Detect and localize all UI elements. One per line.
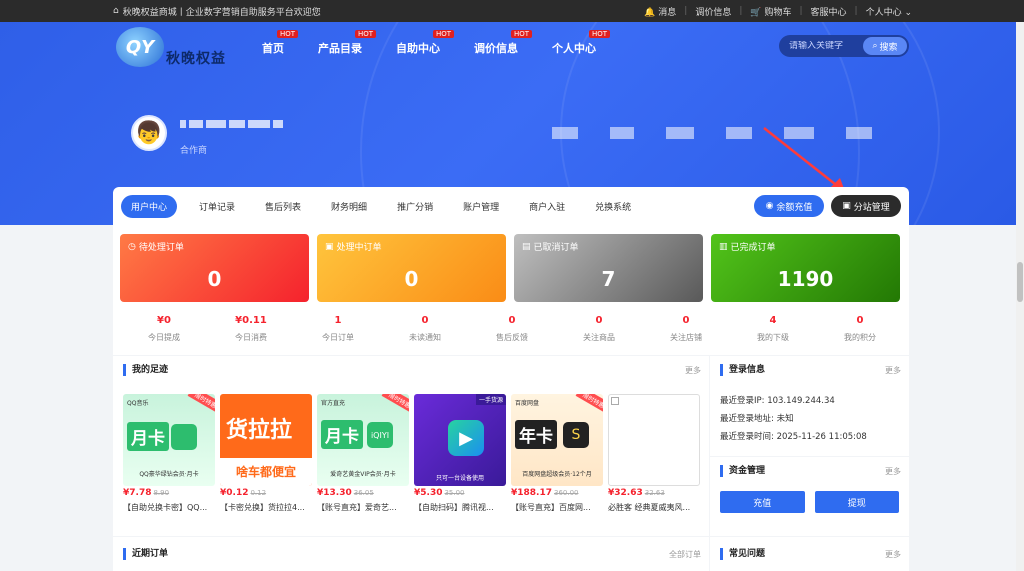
logo-text: 秋晚权益 [166,51,226,67]
clock-icon: ◷ [128,241,136,252]
product-card[interactable]: ¥32.63 32.63 必胜客 经典夏威夷风... [608,394,700,513]
hot-badge: HOT [510,30,532,38]
nav-user-center[interactable]: 个人中心 HOT [552,30,610,56]
stat-fav-shops[interactable]: 0 关注店铺 [642,315,730,343]
product-image: 官方直充 限时特惠 月卡 iQIYI 爱奇艺黄金VIP会员·月卡 [317,394,409,486]
logo-mark: QY [116,27,164,67]
page-scrollbar[interactable] [1016,22,1024,571]
message-link[interactable]: 🔔 消息 [644,5,676,18]
box-icon: ▣ [325,241,334,252]
pending-orders-card[interactable]: ◷ 待处理订单 0 [120,234,309,302]
balance-recharge-button[interactable]: ◉ 余额充值 [754,195,824,217]
stat-points[interactable]: 0 我的积分 [816,315,904,343]
footprints-panel: 我的足迹 更多 QQ音乐 限时特惠 月卡 QQ豪华绿钻会员·月卡 ¥7.78 8.… [113,356,709,536]
all-orders-link[interactable]: 全部订单 [669,549,701,560]
processing-orders-card[interactable]: ▣ 处理中订单 0 [317,234,506,302]
product-card[interactable]: 货拉拉 啥车都便宜 ¥0.12 0.12 【卡密兑换】货拉拉4... [220,394,312,513]
product-image: 一手货源 ▶ 只可一台设备使用 [414,394,506,486]
service-link[interactable]: 客服中心 [811,5,847,18]
funds-panel: 资金管理 更多 充值 提现 [710,457,909,536]
hot-badge: HOT [588,30,610,38]
baidu-svip-icon: S [563,422,589,448]
search-input[interactable] [779,41,863,51]
broken-image-icon [608,394,700,486]
stat-notices[interactable]: 0 未读通知 [381,315,469,343]
main-nav: 首页 HOT 产品目录 HOT 自助中心 HOT 调价信息 HOT 个人中心 HOT [262,30,610,56]
stat-fav-goods[interactable]: 0 关注商品 [555,315,643,343]
product-card[interactable]: 一手货源 ▶ 只可一台设备使用 ¥5.30 35.00 【自助扫码】腾讯视... [414,394,506,513]
tab-exchange[interactable]: 兑换系统 [595,200,631,213]
iqiyi-icon: iQIYI [367,422,393,448]
tab-user-center[interactable]: 用户中心 [121,194,178,218]
funds-title: 资金管理 [720,465,765,477]
withdraw-button[interactable]: 提现 [814,491,899,513]
tab-orders[interactable]: 订单记录 [199,200,235,213]
monitor-icon: ▣ [842,201,851,211]
login-info-more-link[interactable]: 更多 [885,365,901,376]
product-card[interactable]: 官方直充 限时特惠 月卡 iQIYI 爱奇艺黄金VIP会员·月卡 ¥13.30 3… [317,394,409,513]
cart-link[interactable]: 🛒 购物车 [750,5,791,18]
annotation-arrow [763,127,846,194]
product-image: QQ音乐 限时特惠 月卡 QQ豪华绿钻会员·月卡 [123,394,215,486]
cancelled-orders-card[interactable]: ▤ 已取消订单 7 [514,234,703,302]
substation-manage-button[interactable]: ▣ 分站管理 [831,195,901,217]
recent-orders-title: 近期订单 [123,548,168,560]
faq-more-link[interactable]: 更多 [885,549,901,560]
price-info-link[interactable]: 调价信息 [695,5,731,18]
site-logo[interactable]: QY 秋晚权益 [116,26,226,68]
avatar[interactable]: 👦 [131,115,167,151]
search-button[interactable]: ⌕ 搜索 [863,37,907,55]
stat-consumption[interactable]: ¥0.11 今日消费 [207,315,295,343]
search-icon: ⌕ [872,41,878,51]
recent-orders-panel: 近期订单 全部订单 [113,537,709,571]
product-image: 货拉拉 啥车都便宜 [220,394,312,486]
stat-subordinates[interactable]: 4 我的下级 [729,315,817,343]
stat-feedback[interactable]: 0 售后反馈 [468,315,556,343]
faq-title: 常见问题 [720,548,765,560]
tab-after-sales[interactable]: 售后列表 [265,200,301,213]
hot-badge: HOT [354,30,376,38]
top-bar: ⌂ 秋晚权益商城丨企业数字营销自助服务平台欢迎您 🔔 消息 | 调价信息 | 🛒… [0,0,1024,22]
completed-orders-card[interactable]: ▥ 已完成订单 1190 [711,234,900,302]
doc-icon: ▤ [522,241,531,252]
product-card[interactable]: QQ音乐 限时特惠 月卡 QQ豪华绿钻会员·月卡 ¥7.78 8.90 【自助兑换… [123,394,215,513]
product-card[interactable]: 百度网盘 限时特惠 年卡 S 百度网盘超级会员·12个月 ¥188.17 360.… [511,394,603,513]
faq-panel: 常见问题 更多 [710,537,909,571]
user-role: 合作商 [180,146,208,156]
last-login-address: 最近登录地址: 未知 [720,414,794,424]
nav-price-info[interactable]: 调价信息 HOT [474,30,532,56]
tab-finance[interactable]: 财务明细 [331,200,367,213]
stat-commission[interactable]: ¥0 今日提成 [120,315,208,343]
hot-badge: HOT [432,30,454,38]
recharge-button[interactable]: 充值 [720,491,805,513]
tab-promotion[interactable]: 推广分销 [397,200,433,213]
nav-self-service[interactable]: 自助中心 HOT [396,30,454,56]
check-doc-icon: ▥ [719,241,728,252]
welcome-text: 秋晚权益商城丨企业数字营销自助服务平台欢迎您 [122,7,321,18]
qq-music-icon [171,424,197,450]
login-info-panel: 登录信息 更多 最近登录IP: 103.149.244.34 最近登录地址: 未… [710,356,909,456]
wallet-icon: ◉ [765,201,774,211]
hot-badge: HOT [276,30,298,38]
footprints-title: 我的足迹 [123,364,168,376]
last-login-time: 最近登录时间: 2025-11-26 11:05:08 [720,432,867,442]
nav-home[interactable]: 首页 HOT [262,30,298,56]
tab-merchant[interactable]: 商户入驻 [529,200,565,213]
search-box: ⌕搜索 [779,35,909,57]
order-overview: ◷ 待处理订单 0 ▣ 处理中订单 0 ▤ 已取消订单 7 ▥ 已完成订单 1190 ¥… [113,225,909,355]
tab-account[interactable]: 账户管理 [463,200,499,213]
product-image: 百度网盘 限时特惠 年卡 S 百度网盘超级会员·12个月 [511,394,603,486]
username-blurred [180,120,283,128]
login-info-title: 登录信息 [720,364,765,376]
user-center-link[interactable]: 个人中心 ⌄ [866,5,912,18]
home-icon[interactable]: ⌂ [113,6,119,16]
funds-more-link[interactable]: 更多 [885,466,901,477]
nav-products[interactable]: 产品目录 HOT [318,30,376,56]
footprints-more-link[interactable]: 更多 [685,365,701,376]
last-login-ip: 最近登录IP: 103.149.244.34 [720,396,835,406]
stat-orders[interactable]: 1 今日订单 [294,315,382,343]
